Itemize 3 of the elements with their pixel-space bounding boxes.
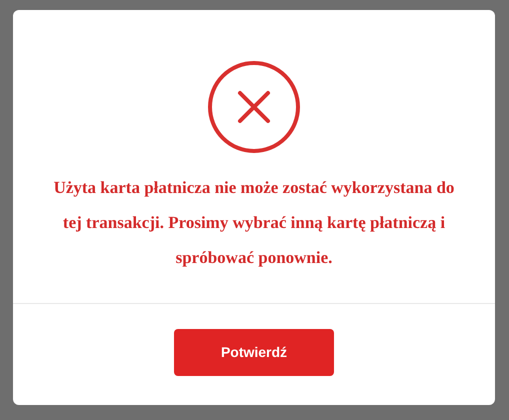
error-icon	[208, 61, 300, 153]
error-message: Użyta karta płatnicza nie może zostać wykorzystana do tej transakcji. Prosimy wybrać inną kartę płatniczą i spróbować ponownie.	[52, 177, 456, 269]
confirm-button[interactable]: Potwierdź	[174, 329, 334, 376]
